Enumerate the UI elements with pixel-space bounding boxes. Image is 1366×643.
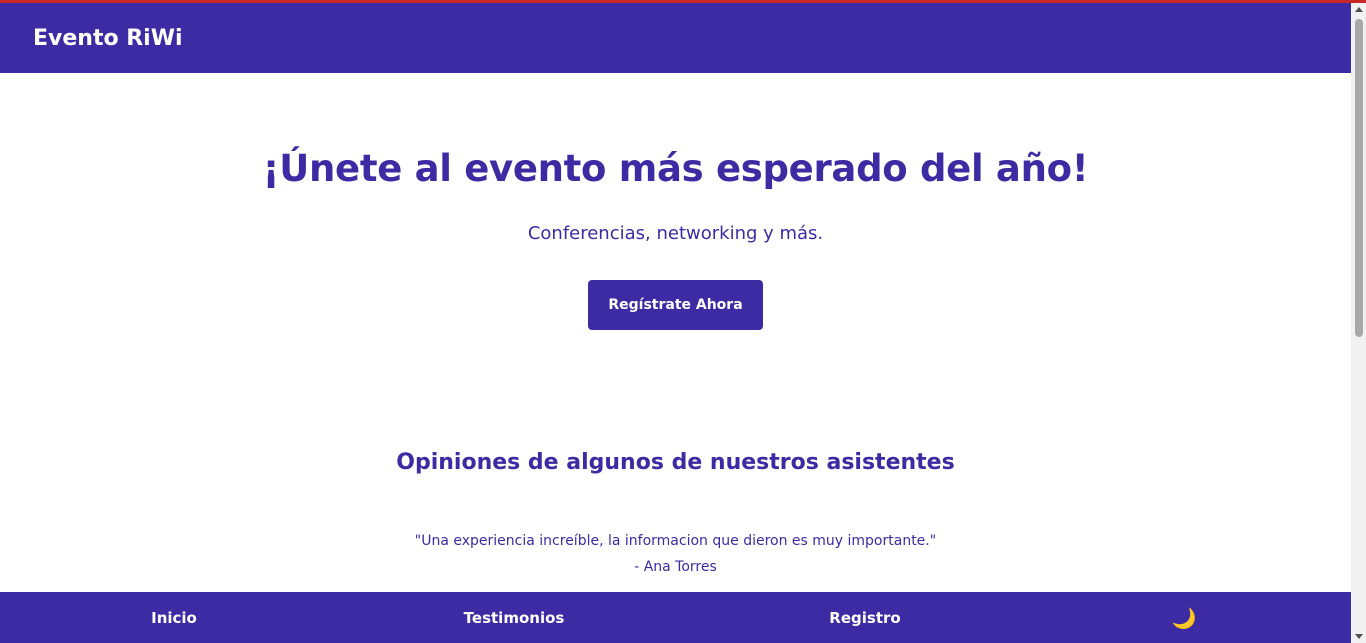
scrollbar-thumb[interactable] — [1355, 19, 1363, 337]
testimonial-author: - Ana Torres — [634, 559, 717, 575]
brand-logo-text[interactable]: Evento RiWi — [33, 26, 183, 51]
nav-link-testimonios[interactable]: Testimonios — [464, 592, 565, 643]
testimonial-quote: "Una experiencia increíble, la informaci… — [414, 533, 937, 549]
vertical-scrollbar[interactable] — [1351, 3, 1366, 643]
hero-title: ¡Únete al evento más esperado del año! — [262, 147, 1089, 190]
nav-link-registro[interactable]: Registro — [829, 592, 900, 643]
testimonials-title: Opiniones de algunos de nuestros asisten… — [396, 450, 955, 475]
main-content: ¡Únete al evento más esperado del año! C… — [0, 73, 1351, 592]
register-now-button[interactable]: Regístrate Ahora — [588, 280, 763, 330]
scroll-up-arrow-icon[interactable] — [1355, 7, 1363, 12]
scroll-down-arrow-icon[interactable] — [1355, 634, 1363, 639]
hero-subtitle: Conferencias, networking y más. — [527, 223, 824, 244]
nav-link-inicio[interactable]: Inicio — [151, 592, 197, 643]
moon-icon[interactable]: 🌙 — [1172, 592, 1197, 643]
site-header: Evento RiWi — [0, 3, 1351, 73]
bottom-nav: Inicio Testimonios Registro 🌙 — [0, 592, 1351, 643]
